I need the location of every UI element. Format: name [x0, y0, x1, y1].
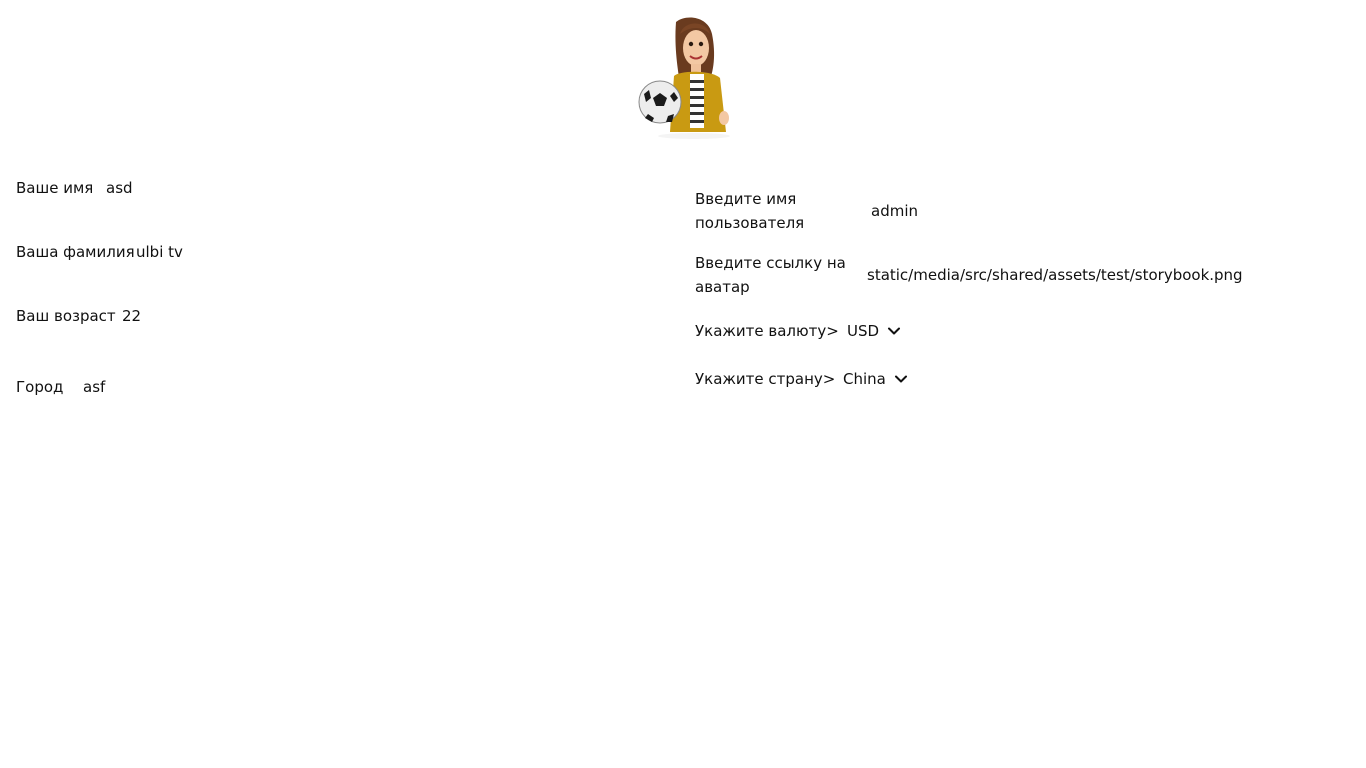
- avatar-cartoon-woman-with-soccer-ball-icon: [638, 17, 730, 139]
- last-name-input[interactable]: ulbi tv: [136, 240, 183, 264]
- last-name-field: Ваша фамилия ulbi tv: [16, 240, 183, 264]
- avatar: [634, 14, 734, 142]
- first-name-field: Ваше имя asd: [16, 176, 133, 200]
- city-label: Город: [16, 378, 64, 396]
- city-input[interactable]: asf: [83, 375, 105, 399]
- age-field: Ваш возраст 22: [16, 304, 141, 328]
- country-label: Укажите страну>: [695, 370, 836, 388]
- currency-field: Укажите валюту> USD: [695, 319, 901, 343]
- country-field: Укажите страну> China: [695, 367, 908, 391]
- last-name-label: Ваша фамилия: [16, 243, 135, 261]
- avatar-link-label: Введите ссылку на аватар: [695, 254, 846, 296]
- country-value: China: [843, 370, 886, 388]
- first-name-input[interactable]: asd: [106, 176, 133, 200]
- currency-value: USD: [847, 322, 880, 340]
- avatar-link-input[interactable]: static/media/src/shared/assets/test/stor…: [867, 263, 1243, 287]
- country-select[interactable]: China: [843, 367, 908, 391]
- age-label: Ваш возраст: [16, 307, 116, 325]
- username-input[interactable]: admin: [871, 199, 918, 223]
- username-label: Введите имя пользователя: [695, 190, 805, 232]
- username-field: Введите имя пользователя admin: [695, 187, 918, 235]
- profile-page: Ваше имя asd Ваша фамилия ulbi tv Ваш во…: [0, 0, 1366, 768]
- first-name-label: Ваше имя: [16, 179, 94, 197]
- chevron-down-icon: [894, 375, 907, 383]
- age-input[interactable]: 22: [122, 304, 141, 328]
- currency-label: Укажите валюту>: [695, 322, 839, 340]
- city-field: Город asf: [16, 375, 105, 399]
- avatar-link-field: Введите ссылку на аватар static/media/sr…: [695, 251, 1243, 299]
- chevron-down-icon: [888, 327, 901, 335]
- currency-select[interactable]: USD: [847, 319, 901, 343]
